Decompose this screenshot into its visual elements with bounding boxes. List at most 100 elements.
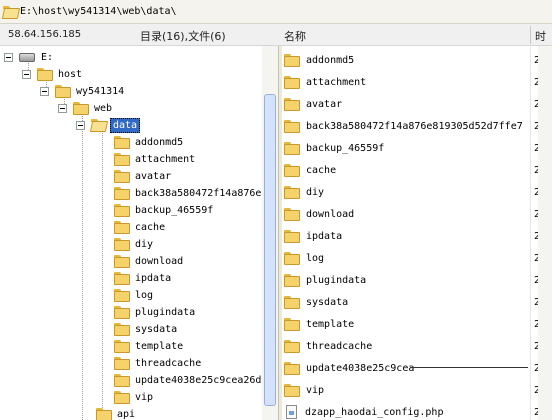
tree-node-child[interactable]: sysdata xyxy=(114,321,179,338)
tree-node-child[interactable]: attachment xyxy=(114,151,197,168)
folder-icon xyxy=(114,391,130,404)
list-item[interactable]: log201 xyxy=(282,247,552,269)
tree-label[interactable]: plugindata xyxy=(133,306,197,319)
tree-label[interactable]: diy xyxy=(133,238,155,251)
folder-icon xyxy=(55,85,71,98)
folder-icon xyxy=(114,357,130,370)
folder-icon xyxy=(284,163,300,177)
list-item[interactable]: attachment201 xyxy=(282,71,552,93)
list-item[interactable]: cache201 xyxy=(282,159,552,181)
list-item[interactable]: threadcache201 xyxy=(282,335,552,357)
tree-node-child[interactable]: template xyxy=(114,338,185,355)
tree-label[interactable]: ipdata xyxy=(133,272,173,285)
tree-label[interactable]: attachment xyxy=(133,153,197,166)
file-list: addonmd5201 attachment201 avatar201 back… xyxy=(282,46,552,420)
list-item[interactable]: vip201 xyxy=(282,379,552,401)
item-name: vip xyxy=(306,384,325,396)
tree-node-child[interactable]: update4038e25c9cea26dc xyxy=(114,372,269,389)
tree-label[interactable]: wy541314 xyxy=(74,85,126,98)
folder-icon xyxy=(114,374,130,387)
list-item[interactable]: plugindata201 xyxy=(282,269,552,291)
list-item[interactable]: template201 xyxy=(282,313,552,335)
folder-icon xyxy=(284,251,300,265)
folder-icon xyxy=(114,272,130,285)
tree-label[interactable]: cache xyxy=(133,221,167,234)
tree-label-selected[interactable]: data xyxy=(110,118,141,133)
item-counts: 目录(16),文件(6) xyxy=(140,30,226,43)
item-name: plugindata xyxy=(306,274,367,286)
folder-icon xyxy=(284,185,300,199)
tree-node-child[interactable]: diy xyxy=(114,236,155,253)
collapse-toggle-icon[interactable] xyxy=(76,121,85,130)
tree-label[interactable]: update4038e25c9cea26dc xyxy=(133,374,269,387)
folder-icon xyxy=(114,153,130,166)
tree-label[interactable]: web xyxy=(92,102,114,115)
tree-label[interactable]: threadcache xyxy=(133,357,203,370)
folder-icon xyxy=(284,273,300,287)
list-item[interactable]: avatar201 xyxy=(282,93,552,115)
column-header-time[interactable]: 时 xyxy=(535,28,546,44)
list-item[interactable]: update4038e25c9cea201 xyxy=(282,357,552,379)
list-item[interactable]: back38a580472f14a876e819305d52d7ffe7201 xyxy=(282,115,552,137)
tree-node-web[interactable]: web xyxy=(58,100,114,117)
current-path[interactable]: E:\host\wy541314\web\data\ xyxy=(20,6,177,17)
list-item[interactable]: addonmd5201 xyxy=(282,49,552,71)
item-name: backup_46559f xyxy=(306,142,385,154)
tree-node-child[interactable]: vip xyxy=(114,389,155,406)
tree-node-host[interactable]: host xyxy=(22,66,84,83)
list-scrollbar[interactable] xyxy=(538,46,552,420)
collapse-toggle-icon[interactable] xyxy=(58,104,67,113)
list-item[interactable]: backup_46559f201 xyxy=(282,137,552,159)
tree-node-child[interactable]: ipdata xyxy=(114,270,173,287)
tree-scrollbar[interactable] xyxy=(262,46,278,420)
column-divider[interactable] xyxy=(530,26,531,44)
tree-node-child[interactable]: backup_46559f xyxy=(114,202,215,219)
tree-node-child[interactable]: back38a580472f14a876e8 xyxy=(114,185,269,202)
folder-tree: E: host wy541314 web data addonmd5 attac… xyxy=(0,46,278,420)
tree-node-data[interactable]: data xyxy=(76,117,141,134)
list-item[interactable]: sysdata201 xyxy=(282,291,552,313)
item-name: update4038e25c9cea xyxy=(306,362,415,374)
server-ip: 58.64.156.185 xyxy=(8,29,82,40)
tree-node-api[interactable]: api xyxy=(96,406,137,420)
folder-icon xyxy=(114,289,130,302)
list-item[interactable]: ipdata201 xyxy=(282,225,552,247)
tree-label[interactable]: back38a580472f14a876e8 xyxy=(133,187,269,200)
tree-node-user[interactable]: wy541314 xyxy=(40,83,126,100)
folder-icon xyxy=(284,53,300,67)
list-item[interactable]: diy201 xyxy=(282,181,552,203)
tree-label[interactable]: vip xyxy=(133,391,155,404)
tree-node-child[interactable]: cache xyxy=(114,219,167,236)
list-item[interactable]: download201 xyxy=(282,203,552,225)
item-name: back38a580472f14a876e819305d52d7ffe7 xyxy=(306,120,523,132)
tree-label[interactable]: template xyxy=(133,340,185,353)
tree-node-child[interactable]: threadcache xyxy=(114,355,203,372)
folder-icon xyxy=(114,170,130,183)
tree-label[interactable]: host xyxy=(56,68,84,81)
tree-node-drive[interactable]: E: xyxy=(4,49,55,66)
tree-label[interactable]: download xyxy=(133,255,185,268)
collapse-toggle-icon[interactable] xyxy=(4,53,13,62)
tree-label[interactable]: addonmd5 xyxy=(133,136,185,149)
tree-node-child[interactable]: plugindata xyxy=(114,304,197,321)
folder-icon xyxy=(114,187,130,200)
column-header-name[interactable]: 名称 xyxy=(284,28,306,44)
tree-label[interactable]: log xyxy=(133,289,155,302)
tree-node-child[interactable]: addonmd5 xyxy=(114,134,185,151)
php-file-icon xyxy=(286,405,297,419)
address-bar: E:\host\wy541314\web\data\ xyxy=(0,0,552,24)
scrollbar-thumb[interactable] xyxy=(264,94,276,406)
tree-label[interactable]: sysdata xyxy=(133,323,179,336)
list-item[interactable]: dzapp_haodai_config.php201 xyxy=(282,401,552,420)
collapse-toggle-icon[interactable] xyxy=(40,87,49,96)
tree-node-child[interactable]: avatar xyxy=(114,168,173,185)
tree-node-child[interactable]: download xyxy=(114,253,185,270)
folder-icon xyxy=(114,340,130,353)
folder-icon xyxy=(284,383,300,397)
tree-node-child[interactable]: log xyxy=(114,287,155,304)
tree-label[interactable]: backup_46559f xyxy=(133,204,215,217)
tree-label[interactable]: avatar xyxy=(133,170,173,183)
tree-label[interactable]: E: xyxy=(39,51,55,64)
tree-label[interactable]: api xyxy=(115,408,137,420)
collapse-toggle-icon[interactable] xyxy=(22,70,31,79)
